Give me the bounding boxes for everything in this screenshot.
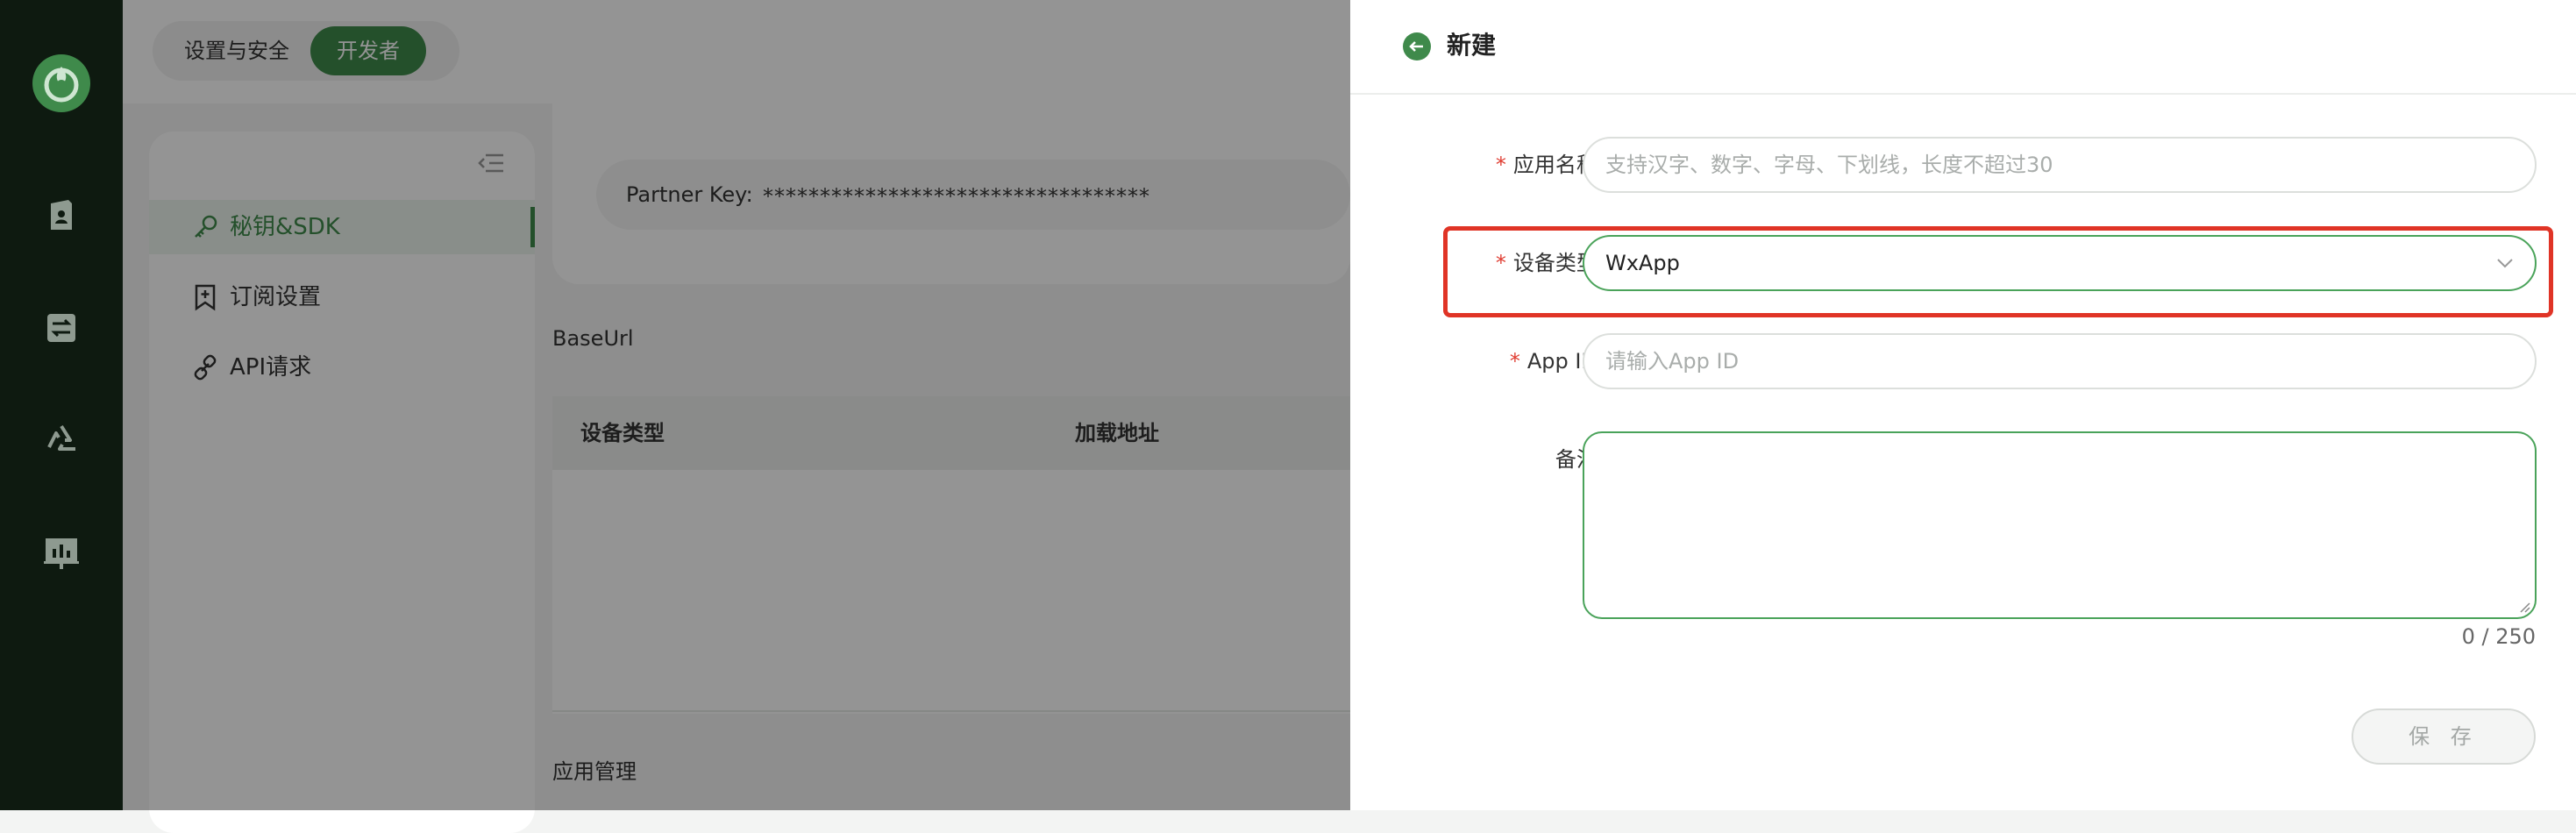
remark-char-counter: 0 / 250	[2461, 624, 2536, 649]
chevron-down-icon[interactable]	[2494, 253, 2516, 274]
app-logo-icon[interactable]	[32, 54, 90, 112]
required-mark: *	[1509, 349, 1520, 374]
recycle-icon[interactable]	[40, 419, 82, 461]
save-button[interactable]: 保 存	[2352, 708, 2536, 765]
app-id-input[interactable]: 请输入App ID	[1583, 333, 2537, 389]
app-name-placeholder: 支持汉字、数字、字母、下划线，长度不超过30	[1605, 153, 2053, 177]
drawer-header: 新建	[1350, 0, 2576, 95]
contact-book-icon[interactable]	[40, 195, 82, 237]
new-app-drawer: 新建 *应用名称: 支持汉字、数字、字母、下划线，长度不超过30 *设备类型: …	[1350, 0, 2576, 810]
resize-handle-icon[interactable]	[2517, 600, 2531, 614]
drawer-title: 新建	[1447, 31, 1497, 60]
save-button-label: 保 存	[2409, 724, 2479, 749]
monitor-chart-icon[interactable]	[40, 531, 82, 573]
app-rail	[0, 0, 123, 810]
app-id-placeholder: 请输入App ID	[1605, 349, 1740, 374]
remark-textarea[interactable]	[1583, 431, 2537, 619]
back-arrow-icon[interactable]	[1403, 32, 1431, 61]
transfer-icon[interactable]	[40, 307, 82, 349]
modal-mask[interactable]	[123, 0, 1350, 810]
required-mark: *	[1495, 251, 1506, 275]
device-type-value: WxApp	[1605, 251, 1680, 275]
required-mark: *	[1495, 153, 1506, 177]
device-type-select[interactable]: WxApp	[1583, 235, 2537, 291]
app-name-input[interactable]: 支持汉字、数字、字母、下划线，长度不超过30	[1583, 137, 2537, 193]
